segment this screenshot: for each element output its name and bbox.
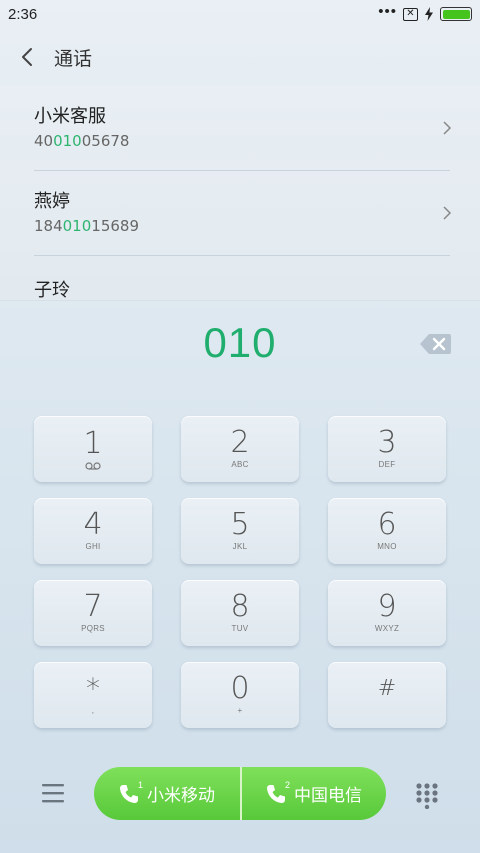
call-button-group: 1 小米移动 2 中国电信 — [94, 767, 386, 820]
chevron-right-icon[interactable] — [442, 206, 452, 220]
menu-icon[interactable] — [42, 783, 64, 803]
status-bar: 2:36 ••• ✕ — [0, 0, 480, 28]
key-digit: 9 — [377, 589, 397, 624]
number-prefix: 40 — [34, 132, 54, 150]
key-letters: WXYZ — [374, 624, 400, 633]
battery-icon — [440, 7, 472, 21]
number-suffix: 15689 — [91, 217, 139, 235]
key-letters: + — [237, 706, 243, 715]
contact-item[interactable]: 子玲 — [34, 256, 450, 300]
key-digit: * — [86, 672, 100, 705]
key-letters: MNO — [377, 542, 397, 551]
key-star[interactable]: * , — [34, 662, 152, 728]
chevron-right-icon[interactable] — [442, 121, 452, 135]
header: 通话 — [0, 28, 480, 86]
voicemail-icon — [85, 462, 101, 470]
contact-name: 燕婷 — [34, 191, 70, 212]
bottom-bar: 1 小米移动 2 中国电信 — [0, 740, 480, 853]
key-5[interactable]: 5 JKL — [181, 498, 299, 564]
key-letters: TUV — [231, 624, 249, 633]
key-letters: GHI — [85, 542, 101, 551]
call-sim1-button[interactable]: 1 小米移动 — [94, 767, 240, 820]
battery-level — [442, 9, 470, 19]
key-1[interactable]: 1 — [34, 416, 152, 482]
notification-dots-icon: ••• — [378, 2, 397, 20]
key-letters: ABC — [231, 460, 249, 469]
number-suffix: 05678 — [81, 132, 130, 150]
contact-number: 4001005678 — [34, 130, 450, 152]
key-letters: DEF — [378, 460, 396, 469]
key-letters: , — [91, 706, 95, 715]
sim2-index: 2 — [284, 779, 290, 790]
number-match: 010 — [62, 217, 92, 235]
call-sim1-label: 小米移动 — [147, 786, 215, 806]
key-digit: 6 — [377, 507, 397, 542]
key-hash[interactable]: # — [328, 662, 446, 728]
key-9[interactable]: 9 WXYZ — [328, 580, 446, 646]
key-digit: 1 — [83, 426, 103, 461]
key-7[interactable]: 7 PQRS — [34, 580, 152, 646]
key-digit: 5 — [230, 507, 250, 542]
page-title: 通话 — [54, 47, 93, 70]
key-6[interactable]: 6 MNO — [328, 498, 446, 564]
keypad: 1 2 ABC 3 DEF 4 GHI 5 JKL 6 MNO 7 PQRS 8… — [34, 416, 446, 728]
key-letters: JKL — [232, 542, 248, 551]
key-digit: 7 — [83, 589, 103, 624]
backspace-icon[interactable] — [420, 333, 451, 355]
number-prefix: 184 — [34, 217, 63, 235]
phone-sim1-icon: 1 — [119, 780, 143, 804]
dialpad-toggle-icon[interactable] — [416, 783, 438, 809]
charging-icon — [425, 7, 433, 21]
key-3[interactable]: 3 DEF — [328, 416, 446, 482]
dialed-number: 010 — [203, 319, 277, 366]
key-2[interactable]: 2 ABC — [181, 416, 299, 482]
call-sim2-label: 中国电信 — [294, 786, 362, 806]
key-letters: PQRS — [81, 624, 105, 633]
key-0[interactable]: 0 + — [181, 662, 299, 728]
status-icons: ••• ✕ — [378, 2, 472, 21]
key-8[interactable]: 8 TUV — [181, 580, 299, 646]
phone-sim2-icon: 2 — [266, 780, 290, 804]
key-digit: 4 — [83, 507, 103, 542]
key-4[interactable]: 4 GHI — [34, 498, 152, 564]
dial-area: 010 — [0, 300, 480, 410]
contact-number: 18401015689 — [34, 215, 450, 237]
back-button[interactable] — [0, 28, 54, 86]
call-sim2-button[interactable]: 2 中国电信 — [240, 767, 386, 820]
sim1-index: 1 — [137, 779, 143, 790]
status-time: 2:36 — [8, 5, 38, 23]
no-sim-icon: ✕ — [403, 7, 418, 21]
key-digit: 2 — [230, 425, 250, 460]
key-digit: 0 — [230, 671, 250, 706]
number-match: 010 — [53, 132, 82, 150]
contact-name: 子玲 — [34, 280, 70, 300]
back-arrow-icon — [22, 48, 32, 66]
contact-item[interactable]: 小米客服 4001005678 — [34, 86, 452, 171]
key-digit: # — [377, 676, 397, 701]
contact-name: 小米客服 — [34, 106, 106, 127]
key-digit: 3 — [377, 425, 397, 460]
key-digit: 8 — [230, 589, 250, 624]
contact-item[interactable]: 燕婷 18401015689 — [34, 171, 452, 256]
contact-results-list: 小米客服 4001005678 燕婷 18401015689 子玲 — [0, 86, 480, 300]
